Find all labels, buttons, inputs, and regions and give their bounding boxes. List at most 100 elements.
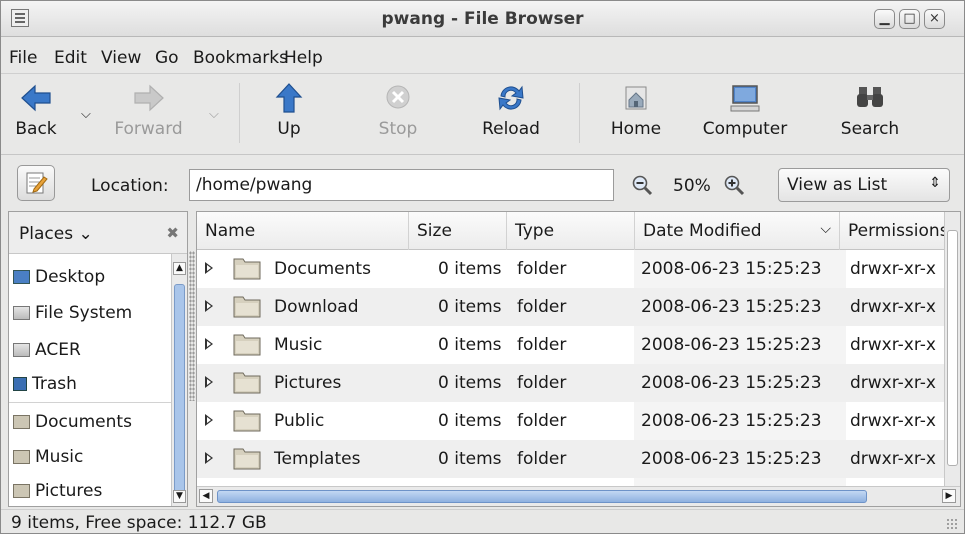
folder-icon	[233, 258, 261, 280]
maximize-button[interactable]: □	[899, 9, 920, 29]
home-button[interactable]: Home	[606, 81, 666, 139]
expand-triangle-icon[interactable]	[205, 300, 213, 312]
scroll-right-arrow-icon[interactable]: ▶	[942, 489, 956, 503]
scroll-left-arrow-icon[interactable]: ◀	[199, 489, 213, 503]
horizontal-scroll-thumb[interactable]	[217, 490, 867, 503]
view-mode-value: View as List	[787, 175, 888, 195]
table-row[interactable]: Public 0 items folder 2008-06-23 15:25:2…	[197, 402, 960, 440]
sidebar-item-desktop[interactable]: Desktop	[13, 267, 105, 297]
reload-button[interactable]: Reload	[476, 81, 546, 139]
location-input[interactable]: /home/pwang	[189, 169, 614, 201]
zoom-out-icon[interactable]	[631, 174, 653, 196]
folder-icon	[233, 372, 261, 394]
menu-view[interactable]: View	[101, 48, 141, 68]
updown-chevron-icon: ⇕	[929, 175, 941, 191]
column-permissions[interactable]: Permissions	[840, 212, 950, 250]
table-row[interactable]: Music 0 items folder 2008-06-23 15:25:23…	[197, 326, 960, 364]
sidebar-item-documents[interactable]: Documents	[13, 412, 132, 442]
forward-history-chevron-icon[interactable]: ⌵	[209, 107, 219, 122]
computer-button[interactable]: Computer	[695, 81, 795, 139]
file-list-vertical-scrollbar[interactable]	[944, 212, 960, 488]
column-header-row: Name Size Type Date Modified ⌵ Permissio…	[197, 212, 960, 250]
file-browser-window: pwang - File Browser ▁ □ × File Edit Vie…	[0, 0, 965, 534]
title-bar[interactable]: pwang - File Browser ▁ □ ×	[1, 1, 964, 37]
toggle-location-edit-button[interactable]	[17, 165, 55, 201]
expand-triangle-icon[interactable]	[205, 452, 213, 464]
back-button[interactable]: Back	[11, 81, 61, 139]
sidebar-item-trash[interactable]: Trash	[13, 374, 77, 404]
sidebar-header: Places ⌄ ✖	[9, 212, 187, 254]
view-mode-select[interactable]: View as List ⇕	[778, 168, 950, 202]
folder-icon	[13, 484, 30, 498]
column-size[interactable]: Size	[409, 212, 507, 250]
menu-edit[interactable]: Edit	[54, 48, 87, 68]
sidebar-item-pictures[interactable]: Pictures	[13, 481, 102, 511]
table-row[interactable]: Download 0 items folder 2008-06-23 15:25…	[197, 288, 960, 326]
sidebar-item-music[interactable]: Music	[13, 447, 83, 477]
expand-triangle-icon[interactable]	[205, 338, 213, 350]
sidebar-item-file-system[interactable]: File System	[13, 303, 132, 333]
minimize-icon: ▁	[879, 11, 890, 26]
sidebar-item-acer[interactable]: ACER	[13, 340, 81, 370]
resize-grip-icon[interactable]	[946, 518, 958, 530]
table-row[interactable]: Documents 0 items folder 2008-06-23 15:2…	[197, 250, 960, 288]
folder-icon	[233, 448, 261, 470]
zoom-in-icon[interactable]	[723, 174, 745, 196]
location-label: Location:	[91, 176, 169, 196]
file-list: Name Size Type Date Modified ⌵ Permissio…	[196, 211, 961, 507]
close-sidebar-icon[interactable]: ✖	[166, 224, 179, 242]
search-button[interactable]: Search	[835, 81, 905, 139]
table-row[interactable]: Templates 0 items folder 2008-06-23 15:2…	[197, 440, 960, 478]
expand-triangle-icon[interactable]	[205, 376, 213, 388]
back-arrow-icon	[21, 84, 51, 112]
reload-icon	[498, 85, 524, 111]
up-button[interactable]: Up	[269, 81, 309, 139]
back-history-chevron-icon[interactable]: ⌵	[81, 107, 91, 122]
column-date-modified[interactable]: Date Modified ⌵	[635, 212, 840, 250]
menu-bar: File Edit View Go Bookmarks Help	[1, 38, 964, 74]
scroll-down-arrow-icon[interactable]: ▼	[173, 490, 186, 503]
forward-button[interactable]: Forward	[101, 81, 196, 139]
folder-icon	[13, 415, 30, 429]
zoom-level[interactable]: 50%	[673, 176, 711, 196]
close-button[interactable]: ×	[924, 9, 945, 29]
column-type[interactable]: Type	[507, 212, 635, 250]
close-icon: ×	[929, 11, 940, 26]
folder-icon	[233, 296, 261, 318]
folder-icon	[233, 334, 261, 356]
table-row[interactable]: Pictures 0 items folder 2008-06-23 15:25…	[197, 364, 960, 402]
pane-resize-grip[interactable]	[189, 251, 195, 401]
window-title: pwang - File Browser	[381, 9, 584, 29]
expand-triangle-icon[interactable]	[205, 414, 213, 426]
computer-icon	[730, 85, 760, 112]
menu-go[interactable]: Go	[155, 48, 179, 68]
folder-icon	[13, 450, 30, 464]
sidebar-scrollbar[interactable]: ▲ ▼	[171, 254, 187, 506]
column-name[interactable]: Name	[197, 212, 409, 250]
places-sidebar: Places ⌄ ✖ Desktop File System ACER Tras…	[8, 211, 188, 507]
up-arrow-icon	[275, 83, 303, 113]
drive-icon	[13, 306, 30, 320]
trash-icon	[13, 377, 27, 391]
status-text: 9 items, Free space: 112.7 GB	[11, 513, 267, 533]
minimize-button[interactable]: ▁	[874, 9, 895, 29]
menu-help[interactable]: Help	[284, 48, 323, 68]
menu-bookmarks[interactable]: Bookmarks	[193, 48, 288, 68]
sidebar-places-dropdown[interactable]: Places ⌄	[19, 224, 93, 244]
menu-file[interactable]: File	[9, 48, 37, 68]
edit-note-icon	[26, 172, 48, 194]
status-bar: 9 items, Free space: 112.7 GB	[1, 509, 964, 534]
scroll-up-arrow-icon[interactable]: ▲	[173, 262, 186, 275]
maximize-icon: □	[903, 11, 916, 26]
sidebar-divider	[9, 402, 171, 403]
file-list-horizontal-scrollbar[interactable]: ◀ ▶	[197, 486, 960, 506]
toolbar-separator	[239, 83, 240, 143]
folder-icon	[233, 410, 261, 432]
binoculars-search-icon	[857, 87, 883, 107]
vertical-scroll-thumb[interactable]	[947, 230, 958, 466]
forward-arrow-icon	[133, 84, 164, 112]
sort-descending-icon: ⌵	[820, 221, 831, 237]
expand-triangle-icon[interactable]	[205, 262, 213, 274]
sidebar-scroll-thumb[interactable]	[174, 284, 185, 498]
stop-button[interactable]: Stop	[373, 81, 423, 139]
